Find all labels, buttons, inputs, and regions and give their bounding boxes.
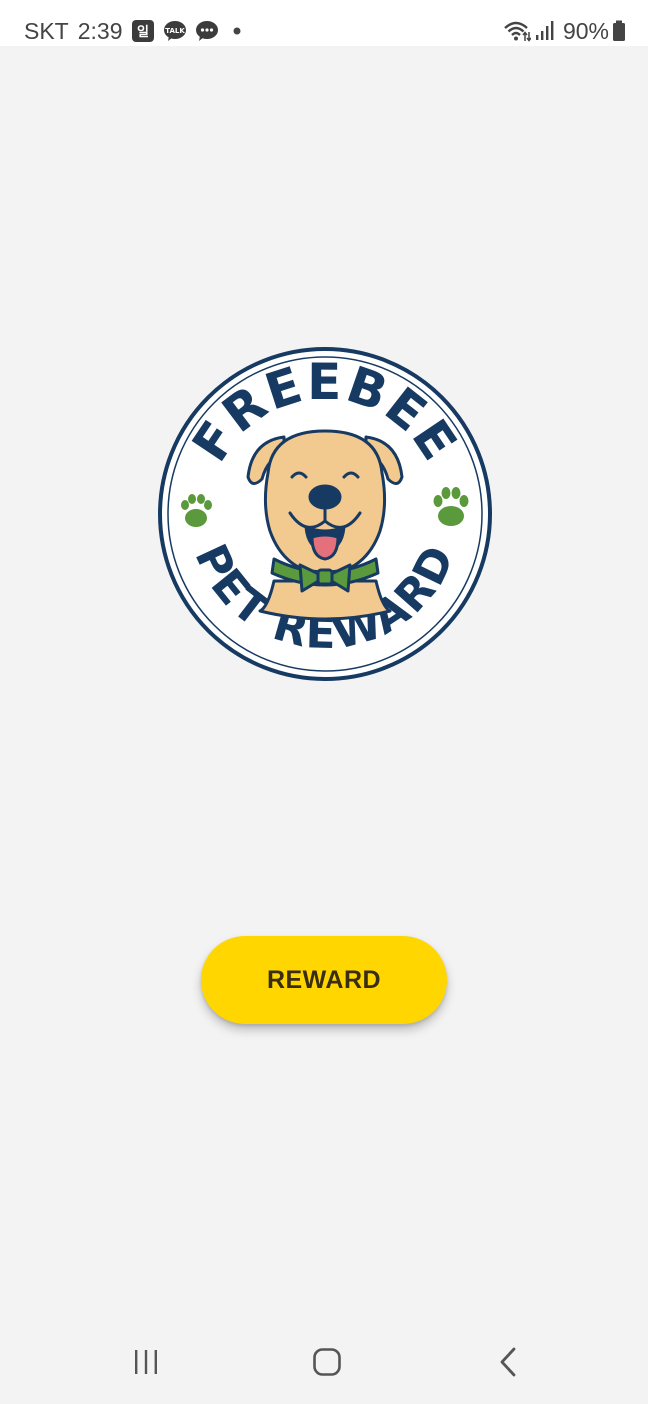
message-icon (195, 19, 219, 43)
app-screen: SKT 2:39 일 TALK 90% FREEBEE PET REWARD R… (0, 0, 648, 1404)
svg-text:TALK: TALK (165, 27, 185, 35)
clock-time: 2:39 (77, 17, 123, 44)
kakaotalk-icon: TALK (163, 19, 187, 43)
home-icon (312, 1347, 342, 1382)
carrier-label: SKT (24, 17, 69, 44)
battery-percent: 90% (562, 17, 609, 44)
wifi-icon (503, 19, 531, 43)
home-button[interactable] (297, 1342, 357, 1386)
reward-button-label: REWARD (266, 965, 382, 994)
dot-icon (233, 27, 241, 35)
recents-icon (132, 1348, 160, 1381)
status-right: 90% (503, 14, 626, 48)
back-icon (498, 1346, 520, 1383)
recents-button[interactable] (116, 1342, 176, 1386)
back-button[interactable] (479, 1342, 539, 1386)
battery-icon (612, 20, 626, 42)
status-left: SKT 2:39 일 TALK (24, 14, 241, 48)
signal-icon (535, 20, 555, 42)
freebee-pet-reward-logo: FREEBEE PET REWARD (156, 345, 494, 683)
status-bar: SKT 2:39 일 TALK 90% (0, 0, 648, 46)
naver-icon: 일 (131, 19, 155, 43)
reward-button[interactable]: REWARD (201, 936, 447, 1024)
svg-text:일: 일 (137, 25, 149, 40)
dog-icon (246, 429, 404, 621)
navigation-bar (0, 1324, 648, 1404)
